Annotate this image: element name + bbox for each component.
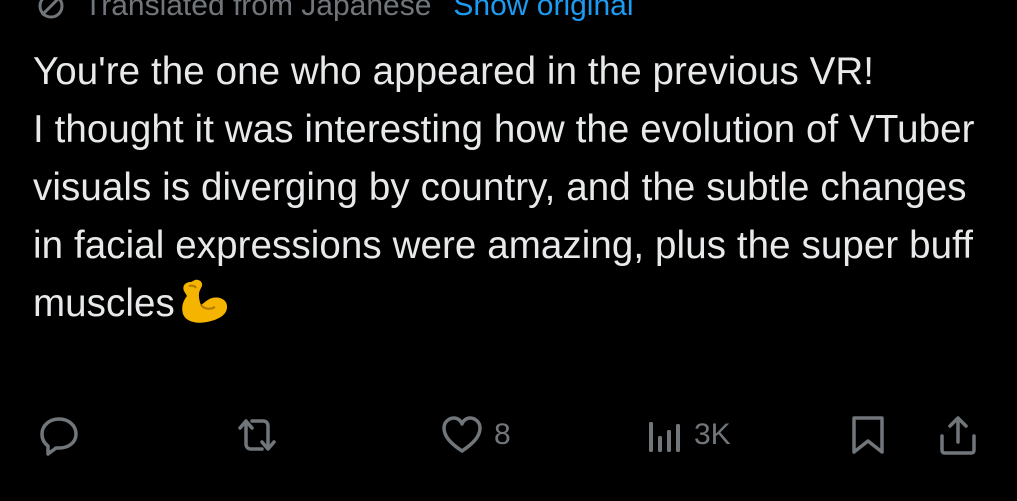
post-paragraph: I thought it was interesting how the evo… bbox=[33, 101, 993, 333]
reply-icon bbox=[36, 412, 82, 458]
bookmark-button[interactable] bbox=[848, 405, 888, 465]
repost-button[interactable] bbox=[232, 405, 282, 465]
bookmark-icon bbox=[848, 412, 888, 458]
translation-bar: Translated from Japanese Show original bbox=[34, 0, 634, 26]
share-icon bbox=[936, 412, 980, 458]
post-paragraph: You're the one who appeared in the previ… bbox=[33, 50, 875, 93]
views-count: 3K bbox=[694, 418, 731, 451]
translated-from-label: Translated from Japanese bbox=[84, 0, 432, 22]
post-paragraph-text: I thought it was interesting how the evo… bbox=[33, 108, 975, 325]
flexed-biceps-emoji-icon bbox=[177, 276, 231, 326]
like-button[interactable]: 8 bbox=[440, 405, 511, 465]
views-icon bbox=[646, 412, 686, 458]
heart-icon bbox=[440, 413, 484, 457]
post-text: You're the one who appeared in the previ… bbox=[33, 43, 993, 333]
translate-icon bbox=[34, 0, 68, 23]
like-count: 8 bbox=[494, 418, 511, 451]
action-bar: 8 3K bbox=[0, 405, 1017, 465]
share-button[interactable] bbox=[936, 405, 980, 465]
reply-button[interactable] bbox=[36, 405, 82, 465]
repost-icon bbox=[232, 412, 282, 458]
views-button[interactable]: 3K bbox=[646, 405, 731, 465]
show-original-link[interactable]: Show original bbox=[453, 0, 633, 23]
